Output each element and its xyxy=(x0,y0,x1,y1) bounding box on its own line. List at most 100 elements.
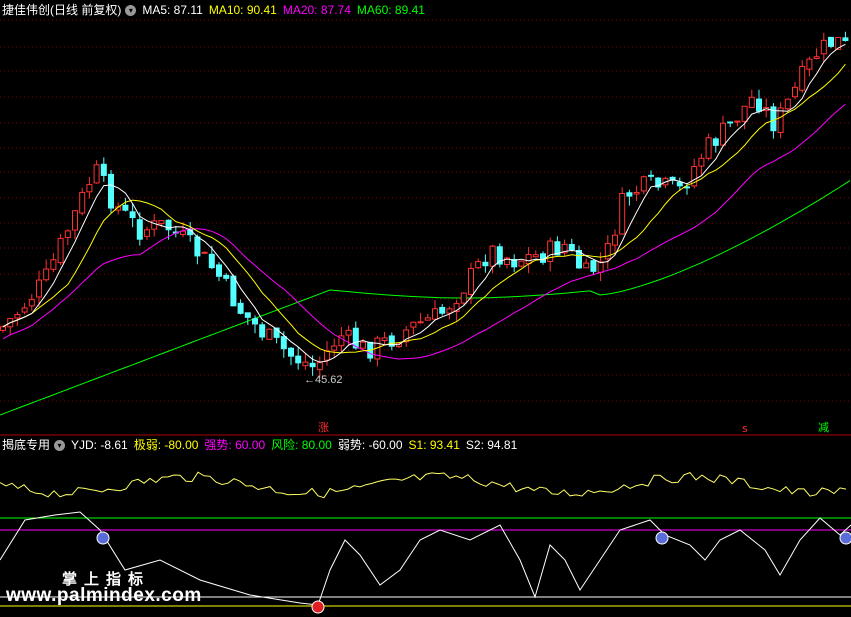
ma10-value: MA10: 90.41 xyxy=(208,3,277,17)
sad-face-icon xyxy=(96,531,110,545)
candle-body xyxy=(280,336,287,350)
candle-body xyxy=(244,312,251,318)
candle-body xyxy=(345,329,352,336)
chevron-down-icon[interactable]: ▾ xyxy=(54,439,66,451)
duo-signal-icon xyxy=(311,600,325,614)
candle-body xyxy=(518,260,525,267)
candle-body xyxy=(129,211,136,219)
candle-body xyxy=(424,317,431,321)
candle-body xyxy=(612,234,618,246)
yjd-line xyxy=(0,471,847,499)
candle-body xyxy=(806,58,813,70)
jian-marker: 减 xyxy=(818,421,829,434)
candle-body xyxy=(201,251,208,254)
candle-body xyxy=(324,350,330,361)
candlesticks[interactable] xyxy=(0,31,849,378)
candle-body xyxy=(360,341,366,349)
sad-face-icon xyxy=(839,531,851,545)
candle-body xyxy=(532,254,539,258)
candle-body xyxy=(460,292,467,304)
ma20-line xyxy=(2,103,846,360)
candle-body xyxy=(36,279,42,298)
candle-body xyxy=(208,253,215,269)
candle-body xyxy=(583,262,590,269)
zhang-marker: 涨 xyxy=(318,421,329,434)
candle-body xyxy=(295,355,302,364)
candle-body xyxy=(79,191,86,214)
candle-body xyxy=(590,260,597,272)
candle-body xyxy=(223,274,230,279)
candle-body xyxy=(237,302,244,314)
chevron-down-icon[interactable]: ▾ xyxy=(125,4,137,16)
candle-body xyxy=(698,157,705,167)
candle-body xyxy=(158,220,165,225)
candle-body xyxy=(648,174,654,177)
fengxian-value: 风险: 80.00 xyxy=(271,438,332,452)
candle-body xyxy=(734,120,741,123)
candle-body xyxy=(482,261,489,267)
candle-body xyxy=(64,230,71,238)
candle-body xyxy=(266,328,273,340)
candle-body xyxy=(705,137,712,159)
watermark-url: www.palmindex.com xyxy=(6,585,202,606)
candle-body xyxy=(259,324,266,338)
ruoshi-value: 弱势: -60.00 xyxy=(337,438,403,452)
candle-body xyxy=(100,163,107,176)
candle-body xyxy=(475,261,482,269)
qiangshi-value: 强势: 60.00 xyxy=(204,438,266,452)
candle-body xyxy=(619,193,626,235)
main-header: 捷佳伟创(日线 前复权) ▾ MA5: 87.11 MA10: 90.41 MA… xyxy=(2,2,431,18)
candle-body xyxy=(468,268,474,295)
ma20-value: MA20: 87.74 xyxy=(282,3,351,17)
s1-value: S1: 93.41 xyxy=(408,438,460,452)
sad-face-icon xyxy=(655,531,669,545)
candle-body xyxy=(108,173,114,209)
chart-canvas: ←45.62 涨 减 s xyxy=(0,19,851,614)
candle-body xyxy=(57,237,64,264)
signal-icons xyxy=(96,531,851,614)
candle-body xyxy=(756,98,762,112)
candle-body xyxy=(720,122,726,146)
ma60-line xyxy=(0,180,851,416)
ma60-value: MA60: 89.41 xyxy=(356,3,425,17)
candle-body xyxy=(194,236,201,257)
candle-body xyxy=(0,326,6,331)
candle-body xyxy=(309,362,316,368)
candle-body xyxy=(597,261,604,273)
candle-body xyxy=(50,259,57,270)
candle-body xyxy=(784,98,791,110)
candle-body xyxy=(489,245,496,267)
candle-body xyxy=(288,347,294,357)
candle-body xyxy=(216,264,222,277)
ma5-path xyxy=(2,43,846,363)
candle-body xyxy=(727,121,734,124)
candle-body xyxy=(712,138,719,146)
candle-body xyxy=(432,308,438,320)
candle-body xyxy=(842,37,849,41)
candle-body xyxy=(748,96,755,108)
candle-body xyxy=(93,164,100,184)
candle-body xyxy=(799,65,806,91)
candle-body xyxy=(446,308,453,314)
candle-body xyxy=(410,321,417,328)
candle-body xyxy=(626,192,633,197)
candle-body xyxy=(316,362,323,371)
s2-value: S2: 94.81 xyxy=(465,438,518,452)
candle-body xyxy=(28,299,35,307)
candle-body xyxy=(230,275,237,307)
candle-body xyxy=(568,243,575,251)
candle-body xyxy=(813,56,820,59)
candle-body xyxy=(14,314,21,319)
candle-body xyxy=(792,86,798,98)
candle-body xyxy=(331,345,338,351)
candle-body xyxy=(381,337,388,342)
yjd-value: YJD: -8.61 xyxy=(71,438,128,452)
candle-body xyxy=(72,210,78,231)
jiruo-value: 极弱: -80.00 xyxy=(133,438,199,452)
ma60-path xyxy=(0,180,851,416)
candle-body xyxy=(21,307,28,313)
candle-body xyxy=(417,321,424,324)
candle-body xyxy=(151,220,158,230)
candle-body xyxy=(741,105,748,122)
ma20-path xyxy=(2,103,846,360)
